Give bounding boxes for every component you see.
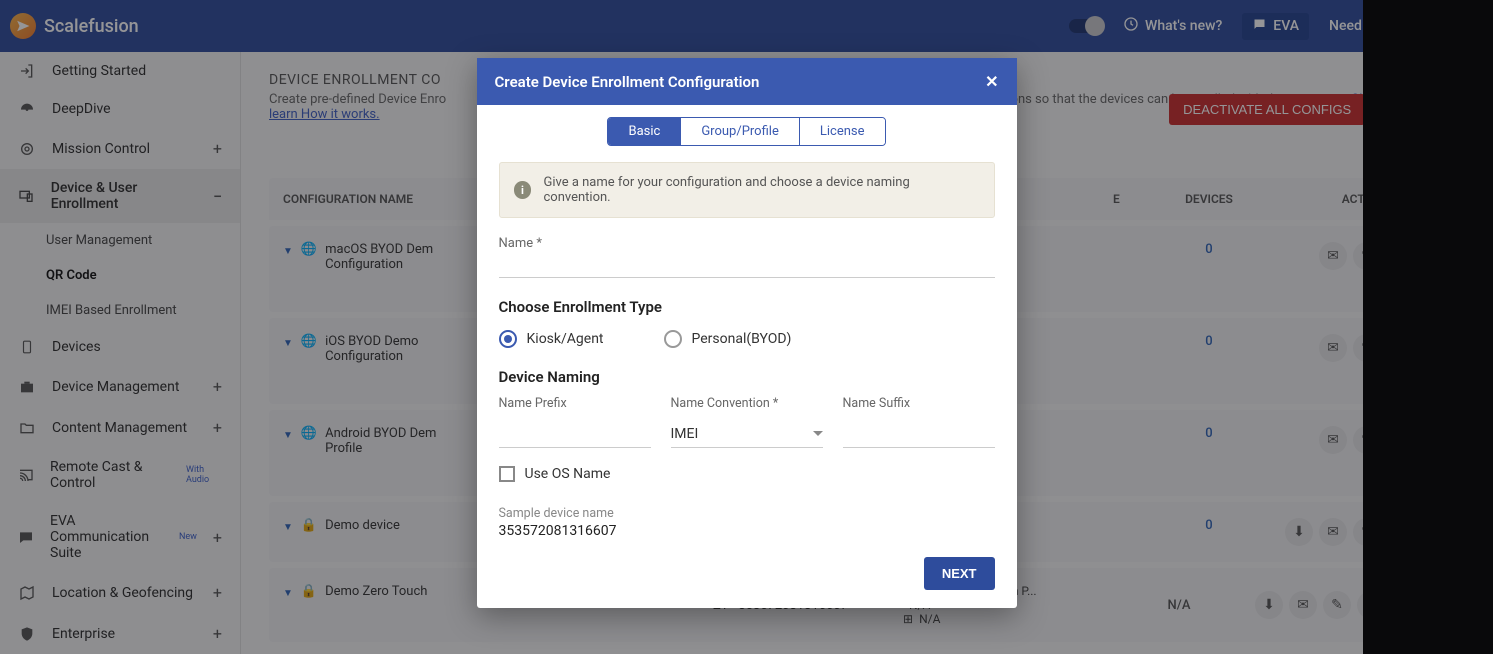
info-text: Give a name for your configuration and c… (543, 175, 979, 205)
name-suffix-input[interactable] (843, 421, 995, 448)
radio-personal-byod[interactable]: Personal(BYOD) (664, 330, 792, 348)
tab-license[interactable]: License (800, 118, 885, 145)
radio-label: Personal(BYOD) (692, 331, 792, 347)
close-icon[interactable]: ✕ (985, 72, 998, 91)
tab-basic[interactable]: Basic (608, 118, 681, 145)
tab-group-profile[interactable]: Group/Profile (681, 118, 800, 145)
modal-title: Create Device Enrollment Configuration (495, 73, 760, 91)
radio-selected-icon (499, 330, 517, 348)
name-suffix-label: Name Suffix (843, 396, 995, 411)
radio-kiosk-agent[interactable]: Kiosk/Agent (499, 330, 604, 348)
name-convention-select[interactable]: IMEI (671, 421, 823, 448)
use-os-name-checkbox[interactable]: Use OS Name (499, 466, 995, 482)
checkbox-label: Use OS Name (525, 466, 611, 482)
sample-device-name-label: Sample device name (499, 506, 995, 521)
radio-label: Kiosk/Agent (527, 331, 604, 347)
name-prefix-input[interactable] (499, 421, 651, 448)
radio-icon (664, 330, 682, 348)
sample-device-name-value: 353572081316607 (499, 523, 995, 539)
device-naming-heading: Device Naming (499, 368, 995, 386)
name-input[interactable] (499, 251, 995, 278)
info-banner: i Give a name for your configuration and… (499, 162, 995, 218)
enrollment-type-heading: Choose Enrollment Type (499, 298, 995, 316)
modal-tabs: Basic Group/Profile License (607, 117, 885, 146)
name-convention-label: Name Convention * (671, 396, 823, 411)
checkbox-icon (499, 466, 515, 482)
create-enrollment-modal: Create Device Enrollment Configuration ✕… (477, 58, 1017, 608)
info-icon: i (514, 181, 532, 199)
name-prefix-label: Name Prefix (499, 396, 651, 411)
name-label: Name * (499, 236, 995, 251)
next-button[interactable]: NEXT (924, 557, 995, 590)
